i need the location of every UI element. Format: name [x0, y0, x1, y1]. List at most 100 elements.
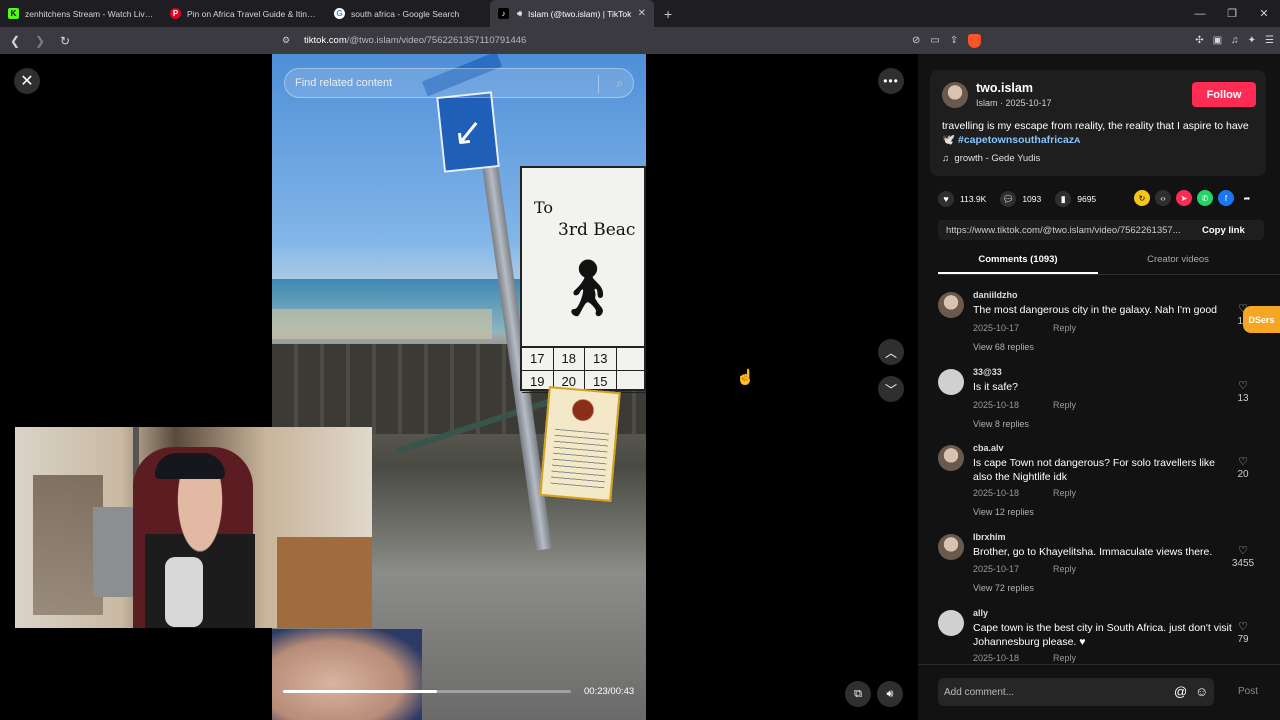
close-video-button[interactable]: ✕ — [14, 68, 40, 94]
tab-creator-videos[interactable]: Creator videos — [1098, 251, 1258, 274]
search-icon[interactable]: ⌕ — [616, 76, 623, 91]
tab-tiktok[interactable]: ♪ 🔊︎ Islam (@two.islam) | TikTok ✕ — [490, 0, 654, 27]
dsers-extension-badge[interactable]: DSers — [1243, 306, 1280, 333]
close-window-button[interactable]: ✕ — [1248, 0, 1280, 27]
comment-text: Brother, go to Khayelitsha. Immaculate v… — [973, 546, 1213, 558]
video-beach-sign: To 3rd Beac 🚶︎ 17 18 13 19 20 15 — [520, 166, 646, 393]
comment-date: 2025-10-17 — [973, 323, 1020, 333]
window-controls: — ❐ ✕ — [1184, 0, 1280, 27]
volume-button[interactable]: 🔊︎ — [877, 681, 903, 707]
hashtag-link[interactable]: #capetownsouthafricaᴢᴀ — [958, 134, 1080, 146]
reload-button[interactable]: ↻ — [55, 31, 75, 51]
comment-like-button[interactable]: ♡ 79 — [1226, 620, 1260, 645]
like-button[interactable]: ♥ 113.9K — [938, 191, 986, 207]
tab-google[interactable]: G south africa - Google Search — [326, 0, 490, 27]
reply-button[interactable]: Reply — [1053, 488, 1076, 498]
commenter-avatar[interactable] — [938, 534, 964, 560]
video-hand — [272, 629, 422, 720]
whatsapp-icon[interactable]: ✆ — [1197, 190, 1213, 206]
author-meta: Islam · 2025-10-17 — [976, 98, 1052, 108]
tab-pinterest[interactable]: P Pin on Africa Travel Guide & Itinerari — [162, 0, 326, 27]
comment-like-button[interactable]: ♡ 13 — [1226, 379, 1260, 404]
view-replies-button[interactable]: View 12 replies — [973, 507, 1034, 517]
save-button[interactable]: ▮ 9695 — [1055, 191, 1096, 207]
volume-icon: 🔊︎ — [886, 687, 894, 700]
heart-outline-icon: ♡ — [1238, 545, 1248, 557]
video-link[interactable]: https://www.tiktok.com/@two.islam/video/… — [938, 225, 1190, 236]
view-replies-button[interactable]: View 68 replies — [973, 342, 1034, 352]
chevron-down-icon: ﹀ — [884, 382, 897, 397]
commenter-username[interactable]: daniildzho — [973, 290, 1018, 300]
brave-shield-icon[interactable] — [968, 33, 982, 48]
heart-outline-icon: ♡ — [1238, 456, 1248, 468]
menu-icon[interactable]: ☰ — [1265, 35, 1274, 46]
leo-icon[interactable]: ✦ — [1248, 35, 1256, 46]
media-icon[interactable]: ♫ — [1231, 35, 1239, 46]
comment-icon: 💬︎ — [1000, 191, 1017, 207]
reply-button[interactable]: Reply — [1053, 400, 1076, 410]
heart-icon: ♥ — [938, 191, 954, 207]
commenter-username[interactable]: Ibrxhim — [973, 532, 1006, 542]
follow-button[interactable]: Follow — [1192, 82, 1256, 107]
music-link[interactable]: ♫ growth - Gede Yudis — [942, 153, 1040, 164]
next-video-button[interactable]: ﹀ — [878, 376, 904, 402]
new-tab-button[interactable]: + — [664, 6, 672, 22]
commenter-username[interactable]: cba.alv — [973, 443, 1004, 453]
speaker-icon[interactable]: 🔊︎ — [515, 8, 524, 19]
embed-icon[interactable]: ‹› — [1155, 190, 1171, 206]
emoji-icon[interactable]: ☺ — [1195, 684, 1208, 699]
floating-player-button[interactable]: ⧉ — [845, 681, 871, 707]
tab-comments[interactable]: Comments (1093) — [938, 251, 1098, 274]
site-settings-icon[interactable]: ⚙ — [282, 35, 294, 46]
address-bar[interactable]: ⚙ tiktok.com/@two.islam/video/7562261357… — [282, 31, 1002, 50]
commenter-avatar[interactable] — [938, 610, 964, 636]
view-replies-button[interactable]: View 8 replies — [973, 419, 1029, 429]
commenter-avatar[interactable] — [938, 369, 964, 395]
heart-outline-icon: ♡ — [1238, 621, 1248, 633]
repost-icon[interactable]: ↻ — [1134, 190, 1150, 206]
find-related-search[interactable]: Find related content ⌕ — [284, 68, 634, 98]
commenter-avatar[interactable] — [938, 292, 964, 318]
post-comment-button[interactable]: Post — [1238, 686, 1258, 697]
previous-video-button[interactable]: ︿ — [878, 339, 904, 365]
comment-like-button[interactable]: ♡ 20 — [1226, 455, 1260, 480]
author-username[interactable]: two.islam — [976, 81, 1033, 95]
mention-icon[interactable]: @ — [1174, 684, 1187, 699]
video-link-box: https://www.tiktok.com/@two.islam/video/… — [938, 220, 1264, 240]
commenter-avatar[interactable] — [938, 445, 964, 471]
extensions-icon[interactable]: ✣ — [1195, 35, 1203, 46]
no-tracking-icon[interactable]: ⊘ — [912, 35, 920, 46]
restore-button[interactable]: ❐ — [1216, 0, 1248, 27]
browser-toolbar: ❮ ❯ ↻ ⚙ tiktok.com/@two.islam/video/7562… — [0, 27, 1280, 54]
reply-button[interactable]: Reply — [1053, 564, 1076, 574]
share-icon[interactable]: ⇪ — [950, 35, 958, 46]
video-progress-bar[interactable] — [283, 690, 571, 693]
view-replies-button[interactable]: View 72 replies — [973, 583, 1034, 593]
close-icon: ✕ — [20, 73, 34, 90]
close-tab-icon[interactable]: ✕ — [638, 8, 646, 19]
cast-icon[interactable]: ▭ — [930, 35, 939, 46]
commenter-username[interactable]: ally — [973, 608, 988, 618]
comment-like-button[interactable]: ♡ 3455 — [1226, 544, 1260, 569]
reply-button[interactable]: Reply — [1053, 323, 1076, 333]
comment-button[interactable]: 💬︎ 1093 — [1000, 191, 1041, 207]
copy-link-button[interactable]: Copy link — [1202, 225, 1245, 236]
back-button[interactable]: ❮ — [5, 31, 25, 51]
commenter-username[interactable]: 33@33 — [973, 367, 1002, 377]
share-arrow-icon[interactable]: ➦ — [1239, 190, 1255, 206]
send-to-friend-icon[interactable]: ➤ — [1176, 190, 1192, 206]
tab-kick[interactable]: K zenhitchens Stream - Watch Live on K — [0, 0, 162, 27]
pinterest-icon: P — [170, 8, 181, 19]
more-options-button[interactable]: ••• — [878, 68, 904, 94]
share-options: ↻ ‹› ➤ ✆ f ➦ — [1134, 190, 1255, 206]
reply-button[interactable]: Reply — [1053, 653, 1076, 663]
facebook-icon[interactable]: f — [1218, 190, 1234, 206]
sidebar-icon[interactable]: ▣ — [1213, 35, 1222, 46]
add-comment-input[interactable]: Add comment... — [938, 678, 1214, 706]
author-avatar[interactable] — [942, 82, 968, 108]
comment-composer: Add comment... @ ☺ Post — [918, 664, 1280, 720]
comment-text: Is cape Town not dangerous? For solo tra… — [973, 457, 1216, 483]
minimize-button[interactable]: — — [1184, 0, 1216, 27]
forward-button[interactable]: ❯ — [30, 31, 50, 51]
bookmark-icon: ▮ — [1055, 191, 1072, 207]
